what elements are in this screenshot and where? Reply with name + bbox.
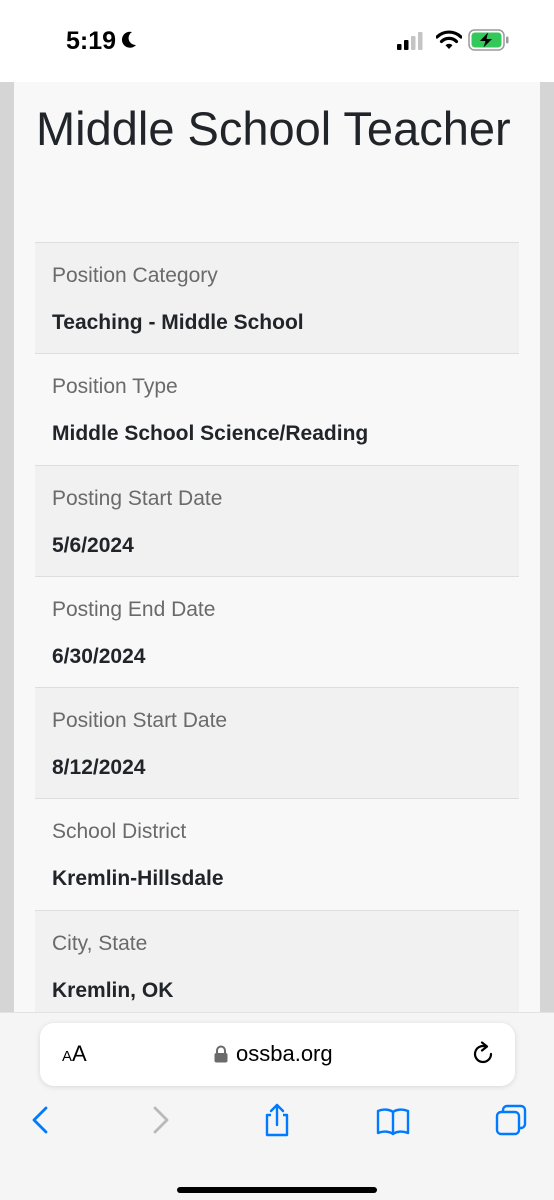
tabs-icon[interactable] [494,1103,528,1137]
browser-toolbar: AA ossba.org [0,1012,554,1200]
text-size-button[interactable]: AA [62,1041,87,1067]
home-indicator[interactable] [177,1187,377,1193]
job-posting-card: Middle School Teacher Position Category … [14,82,540,1012]
status-bar: 5:19 [0,0,554,82]
job-details-list: Position Category Teaching - Middle Scho… [35,242,519,1012]
field-value: 6/30/2024 [52,644,146,668]
web-content[interactable]: Middle School Teacher Position Category … [0,82,554,1012]
status-time: 5:19 [66,27,117,55]
field-label: School District [52,820,187,844]
field-label: Position Start Date [52,709,228,733]
field-posting-start-date: Posting Start Date 5/6/2024 [35,465,519,577]
reload-icon[interactable] [470,1041,496,1067]
field-position-category: Position Category Teaching - Middle Scho… [35,243,519,355]
field-school-district: School District Kremlin-Hillsdale [35,799,519,911]
address-bar[interactable]: AA ossba.org [40,1023,515,1086]
field-label: Position Type [52,375,178,399]
field-label: City, State [52,931,148,955]
field-position-start-date: Position Start Date 8/12/2024 [35,688,519,800]
field-label: Position Category [52,264,218,287]
field-posting-end-date: Posting End Date 6/30/2024 [35,576,519,689]
field-value: 8/12/2024 [52,756,146,780]
url-display[interactable]: ossba.org [214,1041,333,1067]
field-value: 5/6/2024 [52,533,134,557]
field-city-state: City, State Kremlin, OK [35,910,519,1012]
back-arrow-icon[interactable] [24,1103,58,1137]
field-position-type: Position Type Middle School Science/Read… [35,354,519,466]
field-value: Kremlin-Hillsdale [52,867,224,891]
wifi-icon [436,30,462,49]
bookmarks-icon[interactable] [376,1103,410,1137]
cellular-signal-icon [397,32,423,50]
share-icon[interactable] [260,1103,294,1137]
battery-charging-icon [468,29,509,51]
field-label: Posting End Date [52,597,216,621]
url-text: ossba.org [236,1041,333,1066]
field-value: Middle School Science/Reading [52,422,369,446]
field-value: Kremlin, OK [52,978,174,1002]
lock-icon [214,1045,228,1063]
field-value: Teaching - Middle School [52,311,304,334]
forward-arrow-icon[interactable] [143,1103,177,1137]
field-label: Posting Start Date [52,486,223,510]
moon-icon [121,31,136,48]
page-title: Middle School Teacher [36,102,511,155]
text-size-small-label: A [62,1048,73,1065]
text-size-large-label: A [72,1041,87,1066]
